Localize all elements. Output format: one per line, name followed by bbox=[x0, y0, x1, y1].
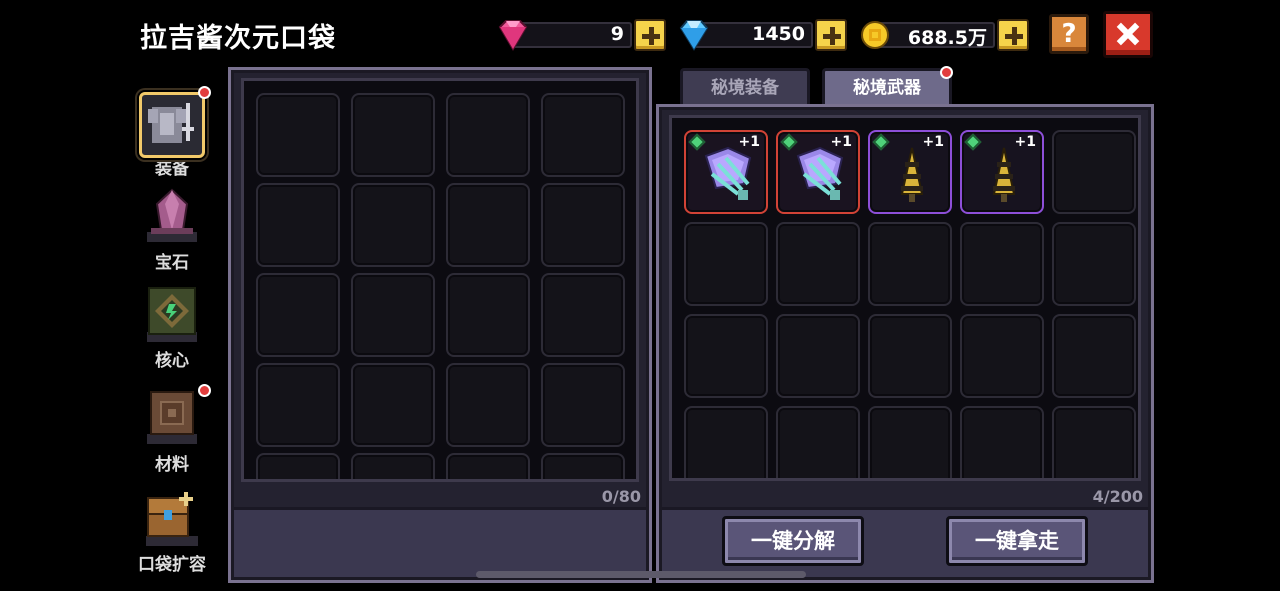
gem-crystal-icon bbox=[147, 188, 197, 242]
inventory-slot[interactable] bbox=[868, 406, 952, 478]
personal-pocket-grid[interactable] bbox=[241, 78, 639, 482]
diamond-currency: 1450 bbox=[677, 19, 847, 51]
crystal-fan-icon bbox=[704, 146, 752, 200]
inventory-slot[interactable] bbox=[351, 93, 435, 177]
material-box-icon bbox=[147, 391, 197, 444]
inventory-slot[interactable] bbox=[256, 273, 340, 357]
gold-coin-icon bbox=[861, 21, 889, 49]
inventory-slot[interactable] bbox=[446, 453, 530, 479]
inventory-slot[interactable] bbox=[776, 314, 860, 398]
inventory-slot[interactable] bbox=[446, 363, 530, 447]
inventory-slot[interactable] bbox=[351, 363, 435, 447]
pink-gem-icon bbox=[498, 20, 528, 51]
sidebar-item-expand-pocket[interactable]: 口袋扩容 bbox=[130, 488, 214, 575]
inventory-slot[interactable] bbox=[351, 453, 435, 479]
inventory-slot[interactable] bbox=[351, 273, 435, 357]
inventory-slot-item[interactable]: +1 bbox=[868, 130, 952, 214]
help-button[interactable]: ? bbox=[1049, 14, 1089, 54]
personal-pocket-count: 0/80 bbox=[601, 487, 641, 506]
inventory-slot[interactable] bbox=[960, 406, 1044, 478]
inventory-slot[interactable] bbox=[960, 222, 1044, 306]
inventory-slot[interactable] bbox=[446, 93, 530, 177]
inventory-slot[interactable] bbox=[684, 222, 768, 306]
gem-currency: 9 bbox=[496, 19, 666, 51]
inventory-slot[interactable] bbox=[256, 93, 340, 177]
inventory-slot[interactable] bbox=[541, 363, 625, 447]
drill-cone-icon bbox=[992, 147, 1016, 202]
armor-icon bbox=[148, 103, 194, 143]
inventory-slot[interactable] bbox=[1052, 130, 1136, 214]
gold-currency: 688.5万 bbox=[859, 19, 1029, 51]
inventory-slot[interactable] bbox=[446, 273, 530, 357]
inventory-slot-item[interactable]: +1 bbox=[960, 130, 1044, 214]
diamond-count: 1450 bbox=[752, 23, 805, 45]
tab-secret-weapons[interactable]: 秘境武器 bbox=[822, 68, 952, 106]
take-all-button[interactable]: 一键拿走 bbox=[946, 516, 1088, 566]
close-button[interactable] bbox=[1103, 11, 1153, 58]
secret-realm-grid[interactable]: +1 +1 +1 +1 bbox=[669, 115, 1141, 481]
home-indicator bbox=[476, 571, 806, 578]
inventory-slot[interactable] bbox=[776, 406, 860, 478]
sidebar-item-equipment[interactable]: 装备 bbox=[130, 86, 214, 179]
inventory-slot-item[interactable]: +1 bbox=[684, 130, 768, 214]
inventory-slot[interactable] bbox=[256, 453, 340, 479]
inventory-slot[interactable] bbox=[1052, 406, 1136, 478]
inventory-slot[interactable] bbox=[351, 183, 435, 267]
inventory-slot[interactable] bbox=[776, 222, 860, 306]
inventory-slot[interactable] bbox=[684, 406, 768, 478]
equipment-notification-dot bbox=[198, 86, 211, 99]
inventory-slot[interactable] bbox=[1052, 222, 1136, 306]
inventory-slot[interactable] bbox=[541, 453, 625, 479]
inventory-slot[interactable] bbox=[256, 363, 340, 447]
blue-diamond-icon bbox=[679, 20, 709, 51]
secret-realm-panel: +1 +1 +1 +1 4/200 bbox=[656, 104, 1154, 583]
page-title: 拉吉酱次元口袋 bbox=[140, 23, 336, 54]
materials-notification-dot bbox=[198, 384, 211, 397]
add-gold-button[interactable] bbox=[997, 19, 1029, 51]
inventory-slot[interactable] bbox=[1052, 314, 1136, 398]
add-diamond-button[interactable] bbox=[815, 19, 847, 51]
treasure-chest-icon bbox=[146, 492, 198, 546]
inventory-slot[interactable] bbox=[868, 222, 952, 306]
inventory-slot[interactable] bbox=[541, 273, 625, 357]
inventory-slot[interactable] bbox=[960, 314, 1044, 398]
decompose-all-button[interactable]: 一键分解 bbox=[722, 516, 864, 566]
inventory-slot[interactable] bbox=[541, 183, 625, 267]
inventory-slot[interactable] bbox=[684, 314, 768, 398]
tab-secret-equipment[interactable]: 秘境装备 bbox=[680, 68, 810, 106]
inventory-slot-item[interactable]: +1 bbox=[776, 130, 860, 214]
crystal-fan-icon bbox=[796, 146, 844, 200]
add-gem-button[interactable] bbox=[634, 19, 666, 51]
inventory-slot[interactable] bbox=[868, 314, 952, 398]
inventory-slot[interactable] bbox=[446, 183, 530, 267]
secret-realm-count: 4/200 bbox=[1092, 487, 1143, 506]
weapons-tab-notification-dot bbox=[940, 66, 953, 79]
personal-pocket-panel: 0/80 bbox=[228, 67, 652, 583]
gold-count: 688.5万 bbox=[907, 27, 987, 49]
gem-count: 9 bbox=[610, 23, 624, 45]
sidebar-item-materials[interactable]: 材料 bbox=[130, 384, 214, 475]
drill-cone-icon bbox=[900, 147, 924, 202]
inventory-slot[interactable] bbox=[541, 93, 625, 177]
inventory-slot[interactable] bbox=[256, 183, 340, 267]
sidebar-item-core[interactable]: 核心 bbox=[130, 284, 214, 371]
personal-pocket-footer bbox=[234, 507, 646, 577]
core-icon bbox=[147, 287, 197, 342]
sidebar-item-gems[interactable]: 宝石 bbox=[130, 186, 214, 273]
